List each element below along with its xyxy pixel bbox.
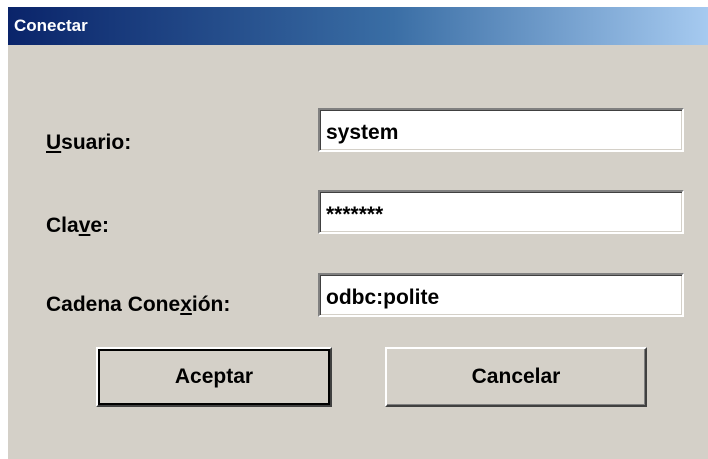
password-input[interactable] — [318, 190, 684, 234]
window-title: Conectar — [14, 16, 88, 35]
cancel-button[interactable]: Cancelar — [385, 347, 647, 407]
accept-button[interactable]: Aceptar — [96, 347, 332, 407]
password-label-suffix: e: — [90, 214, 110, 237]
user-input[interactable] — [318, 108, 684, 152]
password-label: Clave: — [46, 213, 109, 239]
connection-string-input[interactable] — [318, 273, 684, 317]
title-bar[interactable]: Conectar — [8, 7, 708, 45]
connect-dialog: Conectar Usuario: Clave: Cadena Conexión… — [8, 7, 708, 459]
password-label-prefix: Cla — [46, 214, 79, 237]
user-label: Usuario: — [46, 130, 131, 156]
connection-label-mnemonic: x — [180, 293, 192, 316]
user-label-mnemonic: U — [46, 131, 62, 154]
connection-string-label: Cadena Conexión: — [46, 292, 230, 318]
connection-label-suffix: ión: — [191, 293, 231, 316]
connection-label-prefix: Cadena Cone — [46, 293, 181, 316]
user-label-suffix: suario: — [61, 131, 132, 154]
password-label-mnemonic: v — [78, 214, 91, 237]
